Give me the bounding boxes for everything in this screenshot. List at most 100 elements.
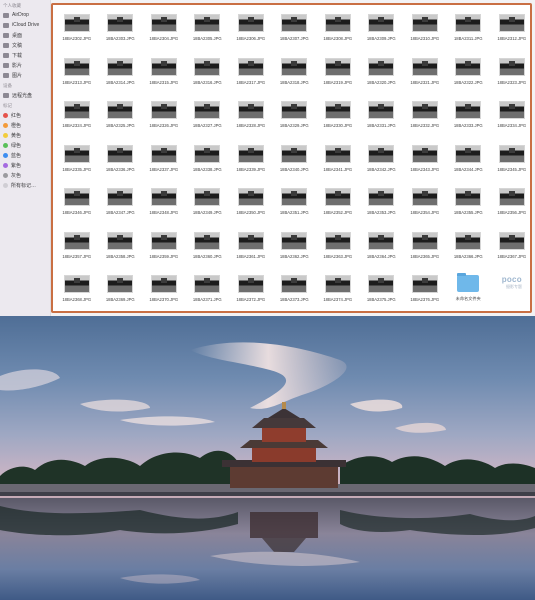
file-item[interactable]: 18BA2353.JPG (360, 182, 404, 226)
file-name: 18BA2336.JPG (105, 166, 135, 172)
file-item[interactable]: 18BA2328.JPG (229, 95, 273, 139)
sidebar-device-0[interactable]: 远程光盘 (0, 90, 50, 100)
file-item[interactable]: 18BA2357.JPG (55, 226, 99, 270)
file-item[interactable]: 18BA2331.JPG (360, 95, 404, 139)
file-item[interactable]: 18BA2339.JPG (229, 139, 273, 183)
sidebar-item-0[interactable]: AirDrop (0, 10, 50, 20)
file-item[interactable]: 18BA2346.JPG (55, 182, 99, 226)
file-item[interactable]: 18BA2359.JPG (142, 226, 186, 270)
file-item[interactable]: 18BA2366.JPG (447, 226, 491, 270)
sidebar-item-5[interactable]: 影片 (0, 60, 50, 70)
file-item[interactable]: 18BA2362.JPG (273, 226, 317, 270)
file-item[interactable]: 18BA2365.JPG (403, 226, 447, 270)
file-item[interactable]: 18BA2345.JPG (490, 139, 534, 183)
file-item[interactable]: 18BA2337.JPG (142, 139, 186, 183)
file-item[interactable]: 18BA2368.JPG (55, 269, 99, 313)
file-item[interactable]: 18BA2376.JPG (403, 269, 447, 313)
file-item[interactable]: 18BA2343.JPG (403, 139, 447, 183)
sidebar-item-1[interactable]: iCloud Drive (0, 20, 50, 30)
file-item[interactable]: 18BA2317.JPG (229, 52, 273, 96)
file-item[interactable]: 18BA2369.JPG (99, 269, 143, 313)
sidebar-item-4[interactable]: 下载 (0, 50, 50, 60)
sidebar-tag-7[interactable]: 所有标记… (0, 180, 50, 190)
tag-dot-icon (3, 112, 8, 118)
file-item[interactable]: 18BA2321.JPG (403, 52, 447, 96)
file-item[interactable]: 18BA2307.JPG (273, 8, 317, 52)
file-item[interactable]: 18BA2302.JPG (55, 8, 99, 52)
file-item[interactable]: 18BA2371.JPG (186, 269, 230, 313)
file-item[interactable]: 18BA2348.JPG (142, 182, 186, 226)
tag-dot-icon (3, 122, 8, 128)
file-name: 18BA2312.JPG (497, 36, 527, 41)
sidebar-item-2[interactable]: 桌面 (0, 30, 50, 40)
file-item[interactable]: 18BA2354.JPG (403, 182, 447, 226)
file-item[interactable]: 18BA2309.JPG (360, 8, 404, 52)
file-item[interactable]: 18BA2335.JPG (55, 139, 99, 183)
file-item[interactable]: 18BA2367.JPG (490, 226, 534, 270)
file-item[interactable]: 18BA2340.JPG (273, 139, 317, 183)
file-item[interactable]: 18BA2372.JPG (229, 269, 273, 313)
file-item[interactable]: 18BA2355.JPG (447, 182, 491, 226)
file-item[interactable]: 18BA2304.JPG (142, 8, 186, 52)
file-item[interactable]: 18BA2338.JPG (186, 139, 230, 183)
file-item[interactable]: 18BA2319.JPG (316, 52, 360, 96)
file-item[interactable]: 18BA2347.JPG (99, 182, 143, 226)
file-item[interactable]: 18BA2358.JPG (99, 226, 143, 270)
file-item[interactable]: 18BA2349.JPG (186, 182, 230, 226)
sidebar-tag-1[interactable]: 橙色 (0, 120, 50, 130)
file-item[interactable]: 18BA2327.JPG (186, 95, 230, 139)
file-item[interactable]: 18BA2308.JPG (316, 8, 360, 52)
sidebar-item-3[interactable]: 文稿 (0, 40, 50, 50)
file-browser-selection[interactable]: 18BA2302.JPG 18BA2303.JPG 18BA2304.JPG 18BA… (51, 3, 532, 313)
file-item[interactable]: 18BA2341.JPG (316, 139, 360, 183)
folder-item[interactable]: 未命名文件夹 (447, 269, 491, 313)
file-item[interactable]: 18BA2342.JPG (360, 139, 404, 183)
file-item[interactable]: 18BA2370.JPG (142, 269, 186, 313)
file-item[interactable]: 18BA2318.JPG (273, 52, 317, 96)
sidebar-tag-4[interactable]: 蓝色 (0, 150, 50, 160)
file-item[interactable]: 18BA2351.JPG (273, 182, 317, 226)
sidebar-tag-0[interactable]: 红色 (0, 110, 50, 120)
file-item[interactable]: 18BA2374.JPG (316, 269, 360, 313)
sidebar-tag-5[interactable]: 紫色 (0, 160, 50, 170)
file-item[interactable]: 18BA2332.JPG (403, 95, 447, 139)
file-item[interactable]: 18BA2324.JPG (55, 95, 99, 139)
file-item[interactable]: 18BA2329.JPG (273, 95, 317, 139)
sidebar-tag-3[interactable]: 绿色 (0, 140, 50, 150)
file-item[interactable]: 18BA2314.JPG (99, 52, 143, 96)
file-item[interactable]: 18BA2320.JPG (360, 52, 404, 96)
file-item[interactable]: 18BA2315.JPG (142, 52, 186, 96)
file-item[interactable]: 18BA2313.JPG (55, 52, 99, 96)
file-item[interactable]: 18BA2312.JPG (490, 8, 534, 52)
file-item[interactable]: 18BA2363.JPG (316, 226, 360, 270)
sidebar-tag-6[interactable]: 灰色 (0, 170, 50, 180)
file-item[interactable]: 18BA2325.JPG (99, 95, 143, 139)
file-item[interactable]: 18BA2303.JPG (99, 8, 143, 52)
file-item[interactable]: 18BA2306.JPG (229, 8, 273, 52)
file-item[interactable]: 18BA2311.JPG (447, 8, 491, 52)
file-item[interactable]: 18BA2375.JPG (360, 269, 404, 313)
file-item[interactable]: 18BA2326.JPG (142, 95, 186, 139)
file-item[interactable]: 18BA2336.JPG (99, 139, 143, 183)
file-item[interactable]: 18BA2330.JPG (316, 95, 360, 139)
file-item[interactable]: 18BA2334.JPG (490, 95, 534, 139)
file-item[interactable]: 18BA2360.JPG (186, 226, 230, 270)
image-thumbnail-icon (411, 188, 438, 206)
file-item[interactable]: 18BA2356.JPG (490, 182, 534, 226)
file-name: 18BA2340.JPG (279, 166, 309, 172)
file-item[interactable]: 18BA2310.JPG (403, 8, 447, 52)
file-item[interactable]: 18BA2373.JPG (273, 269, 317, 313)
file-item[interactable]: 18BA2350.JPG (229, 182, 273, 226)
file-item[interactable]: 18BA2305.JPG (186, 8, 230, 52)
sidebar-item-label: 橙色 (11, 122, 22, 129)
file-item[interactable]: 18BA2316.JPG (186, 52, 230, 96)
file-item[interactable]: 18BA2364.JPG (360, 226, 404, 270)
file-item[interactable]: 18BA2322.JPG (447, 52, 491, 96)
file-item[interactable]: 18BA2361.JPG (229, 226, 273, 270)
file-item[interactable]: 18BA2323.JPG (490, 52, 534, 96)
sidebar-item-6[interactable]: 图片 (0, 70, 50, 80)
sidebar-tag-2[interactable]: 黄色 (0, 130, 50, 140)
file-item[interactable]: 18BA2352.JPG (316, 182, 360, 226)
file-item[interactable]: 18BA2333.JPG (447, 95, 491, 139)
file-item[interactable]: 18BA2344.JPG (447, 139, 491, 183)
